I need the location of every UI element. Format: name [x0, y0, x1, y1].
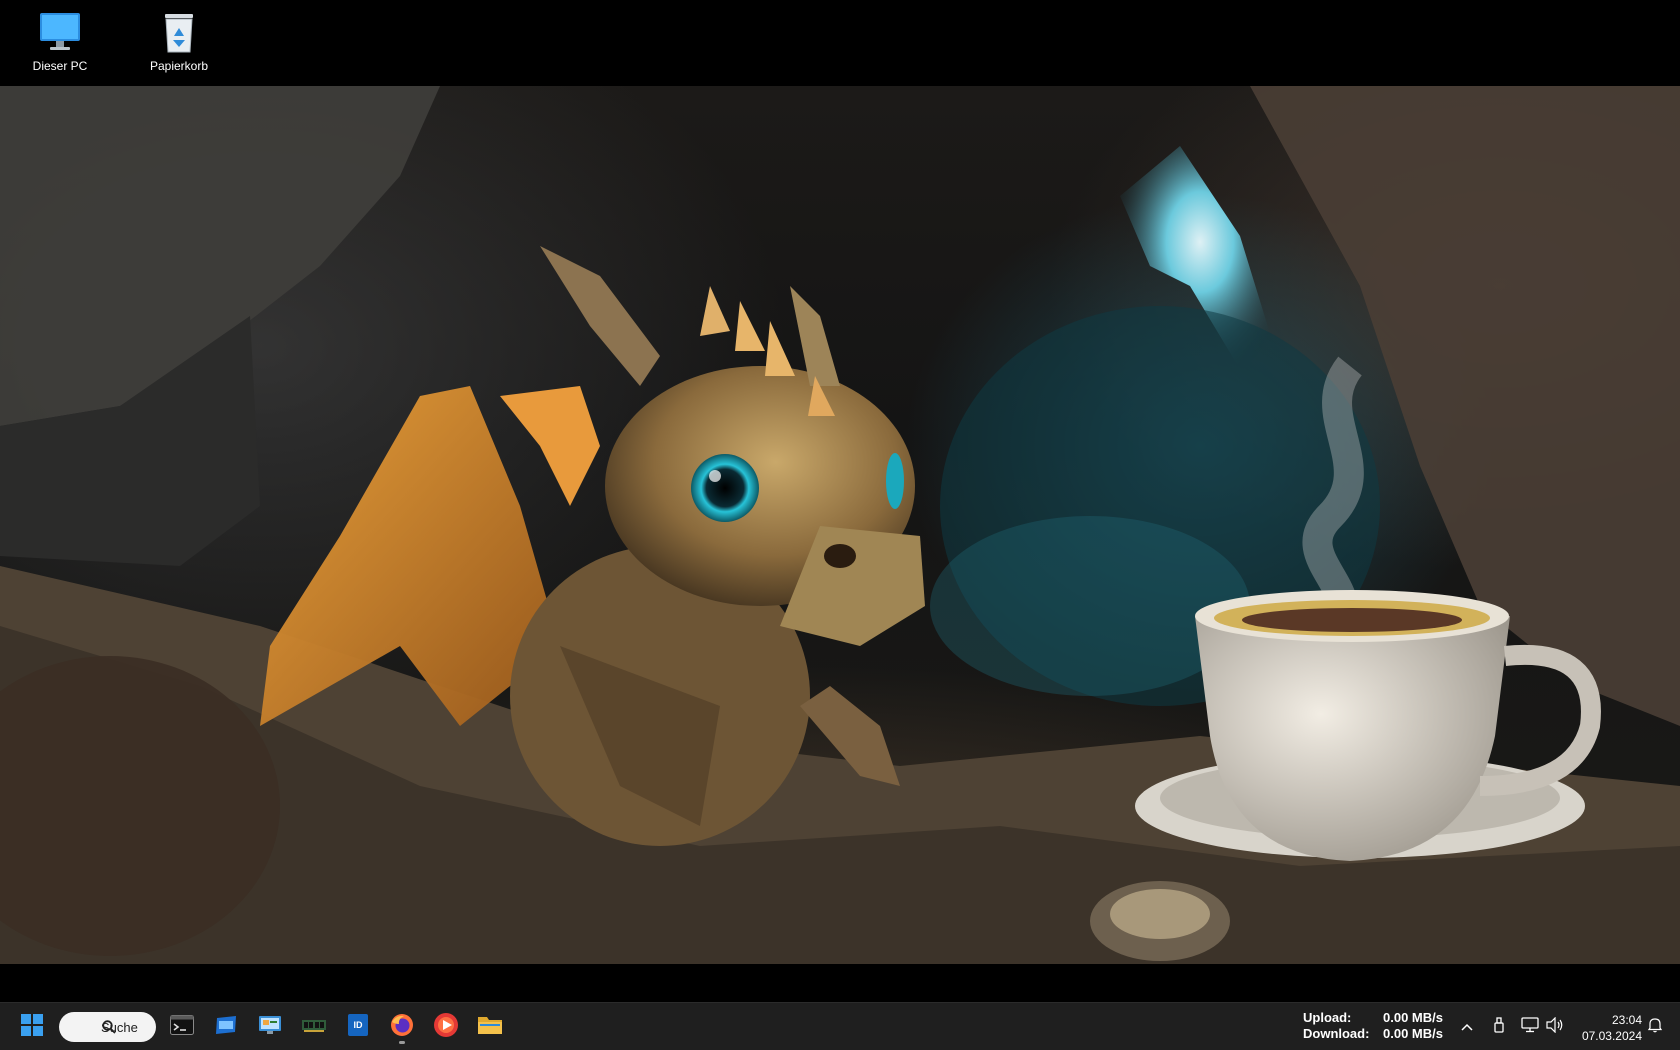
taskbar-app-terminal[interactable] — [164, 1009, 200, 1045]
chevron-up-icon — [1461, 1018, 1473, 1036]
tray-network-button[interactable] — [1520, 1016, 1540, 1038]
clock-date: 07.03.2024 — [1581, 1029, 1642, 1043]
volume-icon — [1546, 1016, 1564, 1038]
show-hidden-icons-button[interactable] — [1457, 1017, 1477, 1037]
search-icon — [102, 1020, 116, 1037]
taskbar-clock[interactable]: 23:04 07.03.2024 — [1570, 1012, 1642, 1044]
tray-usb-button[interactable] — [1489, 1016, 1509, 1038]
desktop: Dieser PC Papierkorb Suche ID Upload: 0.… — [0, 0, 1680, 1050]
id-badge-icon: ID — [348, 1013, 368, 1041]
download-value: 0.00 MB/s — [1383, 1026, 1443, 1041]
desktop-icon-recycle-bin[interactable]: Papierkorb — [134, 8, 224, 73]
upload-label: Upload: — [1303, 1010, 1352, 1025]
control-panel-icon — [258, 1014, 282, 1041]
tray-volume-button[interactable] — [1545, 1016, 1565, 1038]
taskbar-app-id[interactable]: ID — [340, 1009, 376, 1045]
network-speed-meter: Upload: 0.00 MB/s Download: 0.00 MB/s — [1303, 1010, 1443, 1042]
usb-icon — [1493, 1016, 1505, 1038]
firefox-icon — [390, 1013, 414, 1042]
wallpaper-illustration — [0, 86, 1680, 964]
taskbar-app-window[interactable] — [208, 1009, 244, 1045]
start-button[interactable] — [14, 1009, 50, 1045]
svg-text:ID: ID — [354, 1020, 364, 1030]
notifications-button[interactable] — [1645, 1017, 1665, 1037]
upload-value: 0.00 MB/s — [1383, 1010, 1443, 1025]
desktop-icon-label: Papierkorb — [149, 59, 209, 73]
download-label: Download: — [1303, 1026, 1370, 1041]
taskbar-search[interactable]: Suche — [59, 1012, 156, 1042]
running-indicator — [399, 1041, 405, 1044]
desktop-wallpaper — [0, 86, 1680, 964]
taskbar-app-file-explorer[interactable] — [472, 1009, 508, 1045]
network-icon — [1521, 1016, 1539, 1038]
bell-icon — [1647, 1017, 1663, 1038]
taskbar-app-media-player[interactable] — [428, 1009, 464, 1045]
taskbar-app-memory[interactable] — [296, 1009, 332, 1045]
taskbar-app-control-panel[interactable] — [252, 1009, 288, 1045]
folder-icon — [477, 1014, 503, 1041]
red-play-icon — [433, 1012, 459, 1043]
clock-time: 23:04 — [1611, 1013, 1642, 1027]
monitor-icon — [36, 8, 84, 56]
desktop-icon-label: Dieser PC — [32, 59, 88, 73]
terminal-icon — [170, 1014, 194, 1040]
taskbar-app-firefox[interactable] — [384, 1009, 420, 1045]
taskbar: Suche ID Upload: 0.00 MB/s Download: 0.0… — [0, 1002, 1680, 1050]
window-icon — [214, 1015, 238, 1040]
memory-chip-icon — [302, 1017, 326, 1038]
desktop-icon-this-pc[interactable]: Dieser PC — [15, 8, 105, 73]
recycle-bin-icon — [155, 8, 203, 56]
windows-logo-icon — [21, 1013, 43, 1041]
